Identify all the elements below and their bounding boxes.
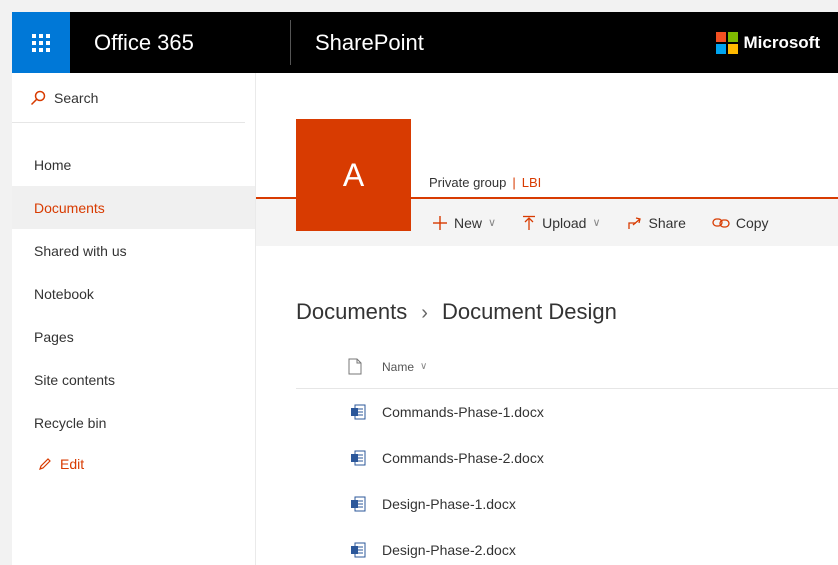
suite-bar: Office 365 SharePoint Microsoft: [12, 12, 838, 73]
copy-link-button[interactable]: Copy: [712, 215, 769, 231]
nav-list: Home Documents Shared with us Notebook P…: [12, 143, 255, 484]
search-label: Search: [54, 89, 99, 106]
word-doc-icon: [351, 450, 366, 466]
app-name[interactable]: SharePoint: [291, 30, 716, 56]
new-button[interactable]: New ∨: [432, 215, 496, 231]
file-type-icon: [348, 358, 362, 375]
nav-item-shared-with-us[interactable]: Shared with us: [12, 229, 255, 272]
word-doc-icon: [351, 404, 366, 420]
breadcrumb: Documents › Document Design: [296, 299, 617, 325]
word-doc-icon: [351, 496, 366, 512]
waffle-icon: [32, 33, 50, 52]
classification-link[interactable]: LBI: [522, 175, 542, 190]
list-item[interactable]: Commands-Phase-2.docx: [296, 435, 838, 481]
nav-search[interactable]: Search: [12, 73, 245, 123]
info-separator: |: [512, 175, 516, 190]
chevron-down-icon: ∨: [592, 217, 601, 229]
list-item[interactable]: Design-Phase-1.docx: [296, 481, 838, 527]
link-icon: [712, 217, 730, 228]
group-info: Private group | LBI: [429, 175, 541, 190]
microsoft-logo: Microsoft: [715, 31, 838, 54]
office365-brand[interactable]: Office 365: [70, 12, 290, 73]
upload-label: Upload: [542, 214, 587, 231]
microsoft-logo-icon: [715, 31, 738, 54]
sharepoint-window: Office 365 SharePoint Microsoft Search H…: [12, 12, 838, 565]
file-name[interactable]: Commands-Phase-2.docx: [382, 450, 544, 466]
share-label: Share: [648, 214, 686, 231]
left-nav: Search Home Documents Shared with us Not…: [12, 73, 256, 565]
nav-item-pages[interactable]: Pages: [12, 315, 255, 358]
copy-label: Copy: [735, 214, 769, 231]
nav-edit-link[interactable]: Edit: [12, 444, 255, 484]
list-header: Name ∨: [296, 345, 838, 389]
document-list: Name ∨ Commands-Phase-1.docx Commands-Ph…: [296, 345, 838, 565]
file-name[interactable]: Commands-Phase-1.docx: [382, 404, 544, 420]
nav-item-site-contents[interactable]: Site contents: [12, 358, 255, 401]
list-item[interactable]: Design-Phase-2.docx: [296, 527, 838, 565]
nav-item-documents[interactable]: Documents: [12, 186, 255, 229]
breadcrumb-root[interactable]: Documents: [296, 299, 407, 324]
main-content: Private group | LBI A New ∨ Upload ∨ Sha…: [256, 73, 838, 565]
nav-item-notebook[interactable]: Notebook: [12, 272, 255, 315]
nav-item-home[interactable]: Home: [12, 143, 255, 186]
upload-button[interactable]: Upload ∨: [522, 214, 601, 231]
word-doc-icon: [351, 542, 366, 558]
chevron-down-icon[interactable]: ∨: [420, 361, 427, 372]
file-name[interactable]: Design-Phase-1.docx: [382, 496, 516, 512]
edit-label: Edit: [60, 456, 85, 472]
share-button[interactable]: Share: [627, 215, 686, 231]
chevron-down-icon: ∨: [488, 217, 497, 229]
plus-icon: [433, 215, 447, 230]
new-label: New: [454, 214, 483, 231]
chevron-right-icon: ›: [421, 302, 428, 324]
privacy-label: Private group: [429, 175, 507, 190]
search-icon: [30, 90, 46, 105]
nav-item-recycle-bin[interactable]: Recycle bin: [12, 401, 255, 444]
list-item[interactable]: Commands-Phase-1.docx: [296, 389, 838, 435]
file-name[interactable]: Design-Phase-2.docx: [382, 542, 516, 558]
share-icon: [627, 216, 641, 229]
pencil-icon: [39, 458, 51, 470]
breadcrumb-current: Document Design: [441, 299, 617, 324]
app-launcher-button[interactable]: [12, 12, 70, 73]
microsoft-label: Microsoft: [743, 32, 821, 52]
site-logo[interactable]: A: [296, 119, 411, 231]
upload-icon: [523, 215, 536, 230]
screenshot-frame: Office 365 SharePoint Microsoft Search H…: [0, 0, 838, 565]
column-header-name[interactable]: Name: [382, 360, 414, 374]
